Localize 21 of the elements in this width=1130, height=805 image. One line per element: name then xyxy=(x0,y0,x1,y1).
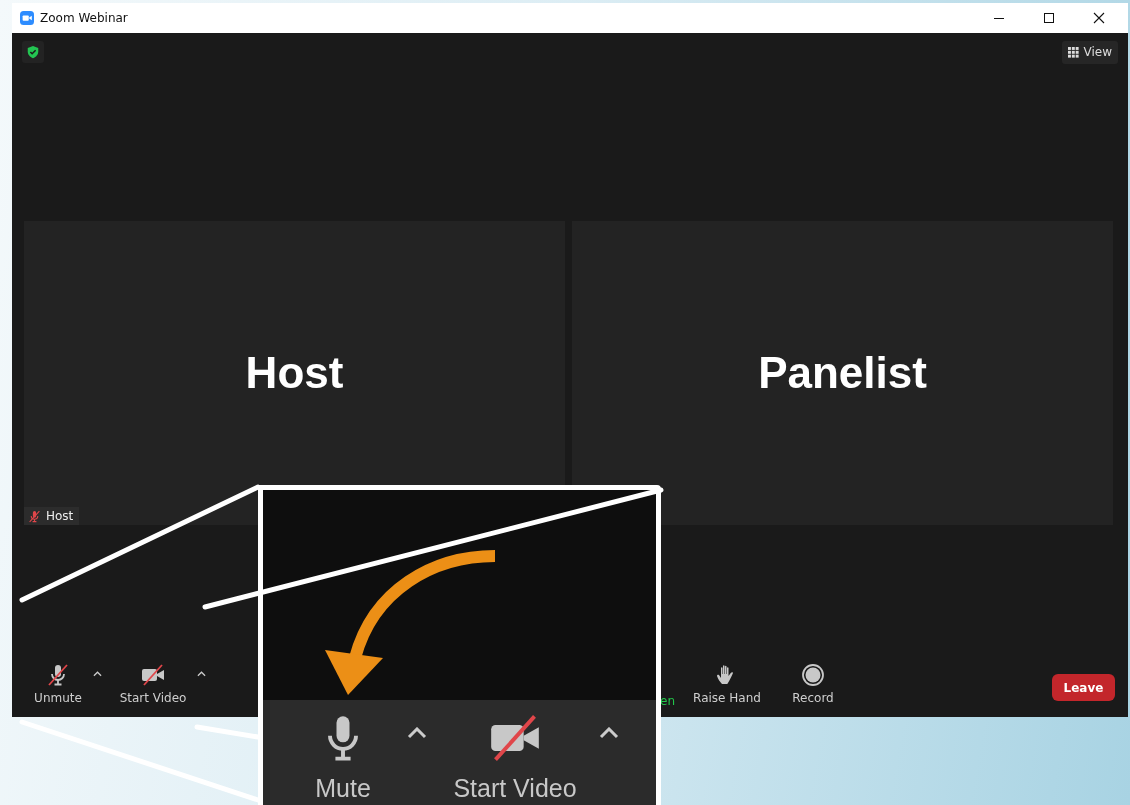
record-icon xyxy=(801,663,825,687)
mic-button[interactable]: Mute xyxy=(293,712,393,803)
caret-icon xyxy=(92,671,102,677)
caret-icon xyxy=(196,671,206,677)
hand-button[interactable]: Raise Hand xyxy=(687,663,767,705)
caret-icon xyxy=(407,726,427,739)
mic-button[interactable]: Unmute xyxy=(26,663,90,705)
leave-button[interactable]: Leave xyxy=(1052,674,1115,701)
caret-icon xyxy=(599,726,619,739)
window-title: Zoom Webinar xyxy=(40,11,128,25)
camera-button[interactable]: Start Video xyxy=(112,663,194,705)
participant-name: Host xyxy=(245,348,344,398)
grid-icon xyxy=(1067,46,1079,58)
camera-button[interactable]: Start Video xyxy=(445,712,585,803)
shield-check-icon xyxy=(26,45,40,59)
record-button[interactable]: Record xyxy=(783,663,843,705)
participant-name: Panelist xyxy=(758,348,927,398)
security-badge[interactable] xyxy=(22,41,44,63)
name-label-text: Host xyxy=(46,509,74,523)
app-logo-icon xyxy=(20,11,34,25)
view-button[interactable]: View xyxy=(1061,40,1118,64)
